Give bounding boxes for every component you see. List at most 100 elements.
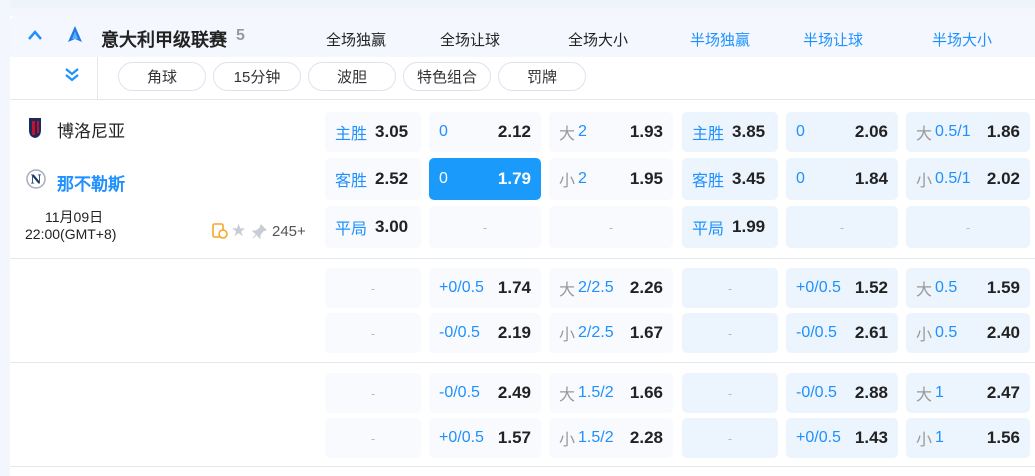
odds-line-label: 1.5/2 [578, 429, 614, 446]
col-header-ht-ou: 半场大小 [932, 32, 993, 49]
svg-text:N: N [31, 173, 42, 187]
odds-cell-ft-ou[interactable]: 小 1.5/2 2.28 [549, 418, 673, 458]
odds-value: 2.49 [497, 383, 531, 402]
ou-side-label: 大 [559, 387, 576, 404]
odds-value: 3.45 [732, 169, 766, 188]
odds-cell-ft-ou[interactable]: 大 2 1.93 [549, 112, 673, 152]
odds-line-label: +0/0.5 [439, 279, 484, 296]
odds-cell-ft-handicap[interactable]: -0/0.5 2.19 [429, 313, 541, 353]
more-markets-count[interactable]: 245+ [272, 223, 306, 240]
odds-value: 3.00 [375, 217, 409, 236]
odds-line-label: +0/0.5 [439, 429, 484, 446]
odds-cell-ht-handicap[interactable]: 0 2.06 [786, 112, 898, 152]
col-header-ht-1x2: 半场独赢 [690, 32, 751, 49]
odds-value: 1.93 [629, 122, 663, 141]
away-team[interactable]: 那不勒斯 [57, 170, 125, 195]
odds-value: 1.99 [732, 217, 766, 236]
odds-value: 1.52 [854, 278, 888, 297]
odds-line-label: 主胜 [692, 126, 725, 143]
odds-value: 3.85 [732, 122, 766, 141]
odds-cell-ft-ou[interactable]: 小 2 1.95 [549, 158, 673, 200]
odds-cell-ft-handicap[interactable]: +0/0.5 1.74 [429, 268, 541, 308]
odds-cell-ft-ou[interactable]: 小 2/2.5 1.67 [549, 313, 673, 353]
expand-double-chevron-icon[interactable] [64, 67, 80, 83]
odds-line-label: +0/0.5 [796, 279, 841, 296]
odds-cell-ht-handicap[interactable]: -0/0.5 2.88 [786, 373, 898, 413]
odds-line-label: 1 [935, 384, 944, 401]
odds-cell-empty: - [549, 206, 673, 248]
odds-line-label: 2/2.5 [578, 324, 614, 341]
filter-correct-score[interactable]: 波胆 [308, 62, 396, 91]
odds-cell-empty: - [906, 206, 1030, 248]
odds-cell-ft-handicap[interactable]: 0 1.79 [429, 158, 541, 200]
odds-cell-empty: - [325, 373, 421, 413]
odds-line-label: 0.5 [935, 324, 958, 341]
filter-corners[interactable]: 角球 [118, 62, 206, 91]
odds-cell-empty: - [786, 206, 898, 248]
filter-cards[interactable]: 罚牌 [498, 62, 586, 91]
odds-cell-ft-1x2[interactable]: 客胜 2.52 [325, 158, 421, 200]
pin-icon[interactable] [252, 224, 267, 239]
odds-value: 2.06 [854, 122, 888, 141]
odds-value: 2.28 [629, 428, 663, 447]
odds-cell-empty: - [682, 313, 778, 353]
odds-value: 2.52 [375, 169, 409, 188]
home-team[interactable]: 博洛尼亚 [57, 117, 125, 142]
odds-cell-empty: - [325, 268, 421, 308]
odds-value: 1.79 [497, 169, 531, 188]
odds-cell-empty: - [429, 206, 541, 248]
live-schedule-icon[interactable] [212, 223, 228, 239]
odds-value: 2.12 [497, 122, 531, 141]
match-time: 22:00(GMT+8) [25, 226, 117, 242]
odds-value: 3.05 [375, 122, 409, 141]
odds-cell-ht-ou[interactable]: 小 0.5/1 2.02 [906, 158, 1030, 200]
odds-cell-ht-1x2[interactable]: 主胜 3.85 [682, 112, 778, 152]
odds-cell-ht-handicap[interactable]: +0/0.5 1.52 [786, 268, 898, 308]
odds-cell-ft-ou[interactable]: 大 1.5/2 1.66 [549, 373, 673, 413]
odds-cell-ht-handicap[interactable]: 0 1.84 [786, 158, 898, 200]
divider [10, 258, 1035, 259]
match-date: 11月09日 [45, 209, 104, 225]
collapse-chevron-up-icon[interactable] [27, 29, 43, 41]
odds-cell-ft-1x2[interactable]: 主胜 3.05 [325, 112, 421, 152]
odds-cell-ht-handicap[interactable]: -0/0.5 2.61 [786, 313, 898, 353]
ou-side-label: 大 [559, 282, 576, 299]
odds-cell-ht-handicap[interactable]: +0/0.5 1.43 [786, 418, 898, 458]
odds-cell-ft-ou[interactable]: 大 2/2.5 2.26 [549, 268, 673, 308]
divider [97, 57, 98, 100]
odds-line-label: 1 [935, 429, 944, 446]
league-name[interactable]: 意大利甲级联赛 [101, 26, 227, 52]
odds-cell-ft-handicap[interactable]: +0/0.5 1.57 [429, 418, 541, 458]
odds-cell-ht-ou[interactable]: 大 0.5 1.59 [906, 268, 1030, 308]
odds-value: 1.56 [986, 428, 1020, 447]
odds-value: 2.88 [854, 383, 888, 402]
bologna-crest-icon [29, 118, 41, 138]
odds-cell-ht-ou[interactable]: 小 0.5 2.40 [906, 313, 1030, 353]
odds-value: 2.02 [986, 169, 1020, 188]
ou-side-label: 小 [916, 327, 933, 344]
odds-cell-ht-ou[interactable]: 大 0.5/1 1.86 [906, 112, 1030, 152]
odds-cell-ft-handicap[interactable]: -0/0.5 2.49 [429, 373, 541, 413]
odds-cell-ft-1x2[interactable]: 平局 3.00 [325, 206, 421, 248]
favorite-star-icon[interactable]: ★ [231, 221, 246, 241]
col-header-ht-handicap: 半场让球 [803, 32, 864, 49]
odds-line-label: 2 [578, 170, 587, 187]
odds-cell-ft-handicap[interactable]: 0 2.12 [429, 112, 541, 152]
odds-value: 2.26 [629, 278, 663, 297]
odds-cell-ht-1x2[interactable]: 平局 1.99 [682, 206, 778, 248]
odds-value: 1.84 [854, 169, 888, 188]
odds-cell-ht-ou[interactable]: 大 1 2.47 [906, 373, 1030, 413]
divider [10, 466, 1035, 467]
league-header: 意大利甲级联赛 5 全场独赢 全场让球 全场大小 半场独赢 半场让球 半场大小 [10, 16, 1035, 57]
odds-line-label: 0 [796, 123, 805, 140]
odds-line-label: -0/0.5 [439, 384, 480, 401]
odds-value: 1.59 [986, 278, 1020, 297]
odds-value: 1.66 [629, 383, 663, 402]
odds-cell-ht-1x2[interactable]: 客胜 3.45 [682, 158, 778, 200]
odds-line-label: 0.5/1 [935, 123, 971, 140]
odds-line-label: 主胜 [335, 126, 368, 143]
odds-cell-ht-ou[interactable]: 小 1 1.56 [906, 418, 1030, 458]
odds-line-label: 0.5 [935, 279, 958, 296]
filter-15min[interactable]: 15分钟 [213, 62, 301, 91]
filter-specials[interactable]: 特色组合 [403, 62, 491, 91]
